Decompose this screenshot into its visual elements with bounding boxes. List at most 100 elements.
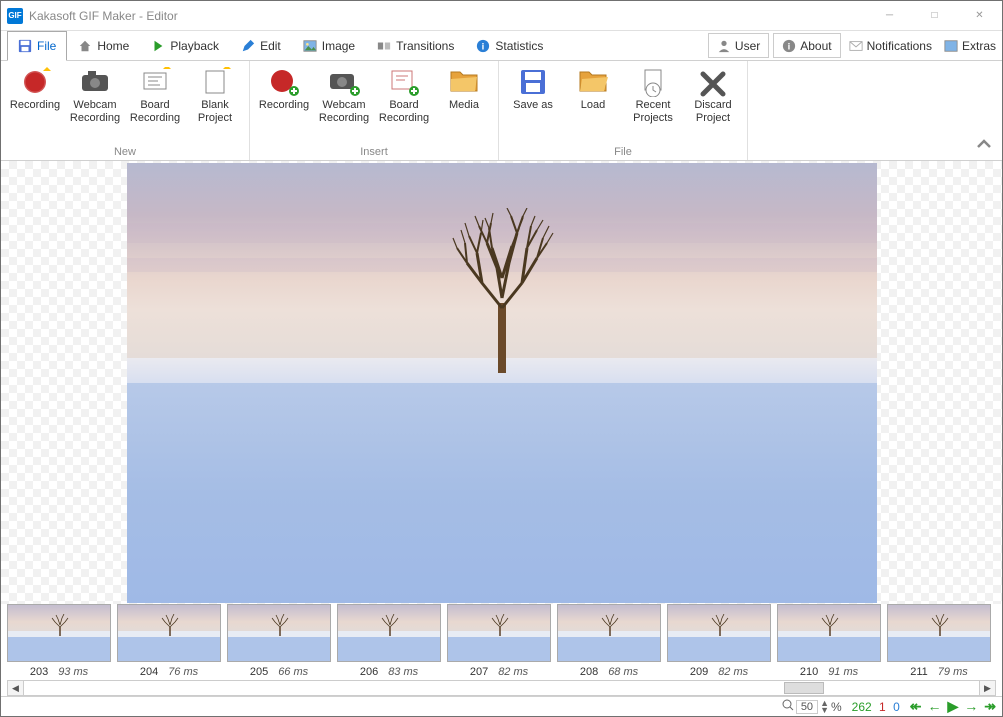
tab-extras-label: Extras: [962, 39, 996, 53]
insert-board-button[interactable]: Board Recording: [374, 63, 434, 144]
camera-plus-icon: [327, 67, 361, 97]
svg-text:i: i: [482, 41, 485, 52]
nav-next-button[interactable]: →: [964, 698, 978, 715]
tab-edit-label: Edit: [260, 39, 281, 53]
notifications-icon: [849, 39, 863, 53]
maximize-button[interactable]: □: [912, 1, 957, 30]
tab-notifications[interactable]: Notifications: [843, 31, 938, 60]
frame-thumbnail[interactable]: 204 76 ms: [117, 604, 221, 678]
frame-thumbnail[interactable]: 20868 ms: [557, 604, 661, 678]
frame-thumbnail[interactable]: 209 82 ms: [667, 604, 771, 678]
frame-duration: 91 ms: [828, 666, 858, 678]
insert-webcam-button[interactable]: Webcam Recording: [314, 63, 374, 144]
frame-duration: 76 ms: [168, 666, 198, 678]
frame-thumbnail[interactable]: 210 91 ms: [777, 604, 881, 678]
frame-number: 210: [800, 666, 818, 678]
recent-label: Recent Projects: [625, 99, 681, 125]
tab-notifications-label: Notifications: [867, 39, 932, 53]
ribbon-group-new-label: New: [5, 144, 245, 160]
count-selected: 1: [879, 700, 886, 714]
zoom-spinner[interactable]: ▲▼: [820, 700, 829, 714]
discard-icon: [696, 67, 730, 97]
insert-webcam-label: Webcam Recording: [316, 99, 372, 125]
tab-playback-label: Playback: [170, 39, 219, 53]
tab-home[interactable]: Home: [67, 31, 140, 60]
insert-media-button[interactable]: Media: [434, 63, 494, 144]
folder-media-icon: [447, 67, 481, 97]
tab-file-label: File: [37, 39, 56, 53]
canvas-area[interactable]: [1, 161, 1002, 604]
menu-bar: File Home Playback Edit Image Transition…: [1, 31, 1002, 61]
record-icon: [18, 67, 52, 97]
tab-edit[interactable]: Edit: [230, 31, 292, 60]
collapse-ribbon-button[interactable]: [976, 136, 992, 152]
nav-first-button[interactable]: ↞: [910, 698, 922, 715]
load-button[interactable]: Load: [563, 63, 623, 144]
frame-duration: 82 ms: [718, 666, 748, 678]
thumb-image: [447, 604, 551, 662]
scroll-left-button[interactable]: ◀: [8, 681, 24, 695]
discard-button[interactable]: Discard Project: [683, 63, 743, 144]
scroll-thumb[interactable]: [784, 682, 824, 694]
frame-thumbnail[interactable]: 20782 ms: [447, 604, 551, 678]
title-bar: GIF Kakasoft GIF Maker - Editor ─ □ ✕: [1, 1, 1002, 31]
new-recording-button[interactable]: Recording: [5, 63, 65, 144]
ribbon-group-insert-label: Insert: [254, 144, 494, 160]
close-button[interactable]: ✕: [957, 1, 1002, 30]
frame-number: 204: [140, 666, 158, 678]
nav-play-button[interactable]: ▶: [947, 698, 958, 715]
new-webcam-button[interactable]: Webcam Recording: [65, 63, 125, 144]
frame-number: 203: [30, 666, 48, 678]
new-board-button[interactable]: Board Recording: [125, 63, 185, 144]
frame-number: 209: [690, 666, 708, 678]
insert-media-label: Media: [449, 99, 479, 112]
insert-recording-button[interactable]: Recording: [254, 63, 314, 144]
folder-open-icon: [576, 67, 610, 97]
save-icon: [18, 39, 32, 53]
thumb-image: [117, 604, 221, 662]
frame-number: 206: [360, 666, 378, 678]
frame-duration: 82 ms: [498, 666, 528, 678]
board-icon: [138, 67, 172, 97]
nav-prev-button[interactable]: ←: [927, 698, 941, 715]
zoom-percent-label: %: [831, 700, 842, 714]
frame-thumbnail[interactable]: 203 93 ms: [7, 604, 111, 678]
insert-board-label: Board Recording: [376, 99, 432, 125]
frame-number: 205: [250, 666, 268, 678]
tab-statistics-label: Statistics: [495, 39, 543, 53]
tab-playback[interactable]: Playback: [140, 31, 230, 60]
scroll-right-button[interactable]: ▶: [979, 681, 995, 695]
recent-button[interactable]: Recent Projects: [623, 63, 683, 144]
tab-transitions[interactable]: Transitions: [366, 31, 465, 60]
tab-user[interactable]: User: [708, 33, 769, 58]
frame-duration: 93 ms: [58, 666, 88, 678]
insert-recording-label: Recording: [259, 99, 309, 112]
count-other: 0: [893, 700, 900, 714]
saveas-button[interactable]: Save as: [503, 63, 563, 144]
frame-thumbnail[interactable]: 206 83 ms: [337, 604, 441, 678]
nav-last-button[interactable]: ↠: [984, 698, 996, 715]
tab-image[interactable]: Image: [292, 31, 366, 60]
window-title: Kakasoft GIF Maker - Editor: [29, 9, 867, 23]
scroll-track[interactable]: [24, 681, 979, 695]
frame-thumbnail[interactable]: 21179 ms: [887, 604, 991, 678]
count-total: 262: [852, 700, 872, 714]
tab-file[interactable]: File: [7, 31, 67, 61]
recent-icon: [636, 67, 670, 97]
tab-about[interactable]: i About: [773, 33, 840, 58]
frame-thumbnail[interactable]: 20566 ms: [227, 604, 331, 678]
timeline-scrollbar[interactable]: ◀ ▶: [7, 680, 996, 696]
zoom-control[interactable]: 50 ▲▼ %: [782, 699, 842, 714]
menu-spacer: [554, 31, 706, 60]
minimize-button[interactable]: ─: [867, 1, 912, 30]
new-blank-button[interactable]: Blank Project: [185, 63, 245, 144]
thumb-image: [777, 604, 881, 662]
info-icon: i: [476, 39, 490, 53]
zoom-value[interactable]: 50: [796, 700, 818, 714]
preview-image: [127, 163, 877, 603]
frame-duration: 83 ms: [388, 666, 418, 678]
tab-about-label: About: [800, 39, 831, 53]
tab-statistics[interactable]: i Statistics: [465, 31, 554, 60]
ribbon-group-file: Save as Load Recent Projects Discard Pro…: [499, 61, 748, 160]
tab-extras[interactable]: Extras: [938, 31, 1002, 60]
